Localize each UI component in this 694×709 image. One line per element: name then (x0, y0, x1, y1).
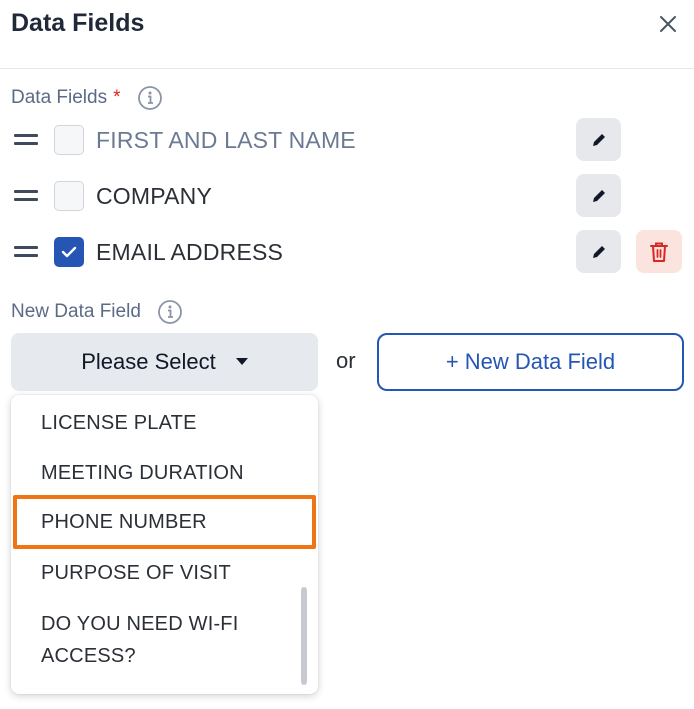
edit-field-button[interactable] (576, 174, 621, 217)
pencil-icon (592, 245, 605, 258)
dropdown-option[interactable]: PURPOSE OF VISIT (11, 558, 318, 588)
caret-down-icon (235, 358, 248, 366)
delete-field-button[interactable] (636, 230, 682, 273)
field-checkbox[interactable] (54, 125, 84, 155)
field-row-email-address: EMAIL ADDRESS (0, 230, 694, 274)
new-data-field-label: New Data Field (11, 299, 183, 325)
checkmark-icon (61, 246, 77, 258)
field-label: FIRST AND LAST NAME (96, 127, 356, 153)
close-icon (660, 16, 676, 32)
dropdown-option[interactable]: DO YOU NEED WI-FI ACCESS? (11, 608, 281, 672)
field-row-first-and-last-name: FIRST AND LAST NAME (0, 118, 694, 162)
trash-icon (650, 242, 668, 262)
close-button[interactable] (654, 10, 682, 38)
field-label: EMAIL ADDRESS (96, 239, 284, 265)
field-row-company: COMPANY (0, 174, 694, 218)
data-fields-label: Data Fields * (11, 85, 163, 111)
select-placeholder: Please Select (81, 349, 216, 374)
panel-title: Data Fields (11, 9, 145, 37)
field-checkbox[interactable] (54, 181, 84, 211)
or-separator: or (336, 348, 356, 373)
required-marker: * (113, 87, 121, 108)
field-type-dropdown[interactable]: LICENSE PLATE MEETING DURATION PHONE NUM… (11, 395, 318, 694)
panel-header: Data Fields (0, 0, 694, 69)
pencil-icon (592, 133, 605, 146)
field-label: COMPANY (96, 183, 212, 209)
data-fields-label-text: Data Fields (11, 87, 108, 108)
edit-field-button[interactable] (576, 118, 621, 161)
drag-handle-icon[interactable] (14, 130, 38, 150)
info-icon[interactable] (157, 299, 183, 325)
dropdown-option-highlighted[interactable]: PHONE NUMBER (13, 495, 316, 549)
field-type-select[interactable]: Please Select (11, 333, 318, 391)
new-data-field-button[interactable]: + New Data Field (377, 333, 684, 391)
dropdown-scrollbar[interactable] (301, 587, 307, 685)
data-fields-panel: Data Fields Data Fields * FIRST AND LAST… (0, 0, 694, 709)
field-checkbox[interactable] (54, 237, 84, 267)
new-data-field-label-text: New Data Field (11, 301, 141, 322)
edit-field-button[interactable] (576, 230, 621, 273)
info-icon[interactable] (137, 85, 163, 111)
dropdown-option[interactable]: LICENSE PLATE (11, 408, 318, 438)
dropdown-option[interactable]: MEETING DURATION (11, 458, 318, 488)
drag-handle-icon[interactable] (14, 242, 38, 262)
drag-handle-icon[interactable] (14, 186, 38, 206)
pencil-icon (592, 189, 605, 202)
